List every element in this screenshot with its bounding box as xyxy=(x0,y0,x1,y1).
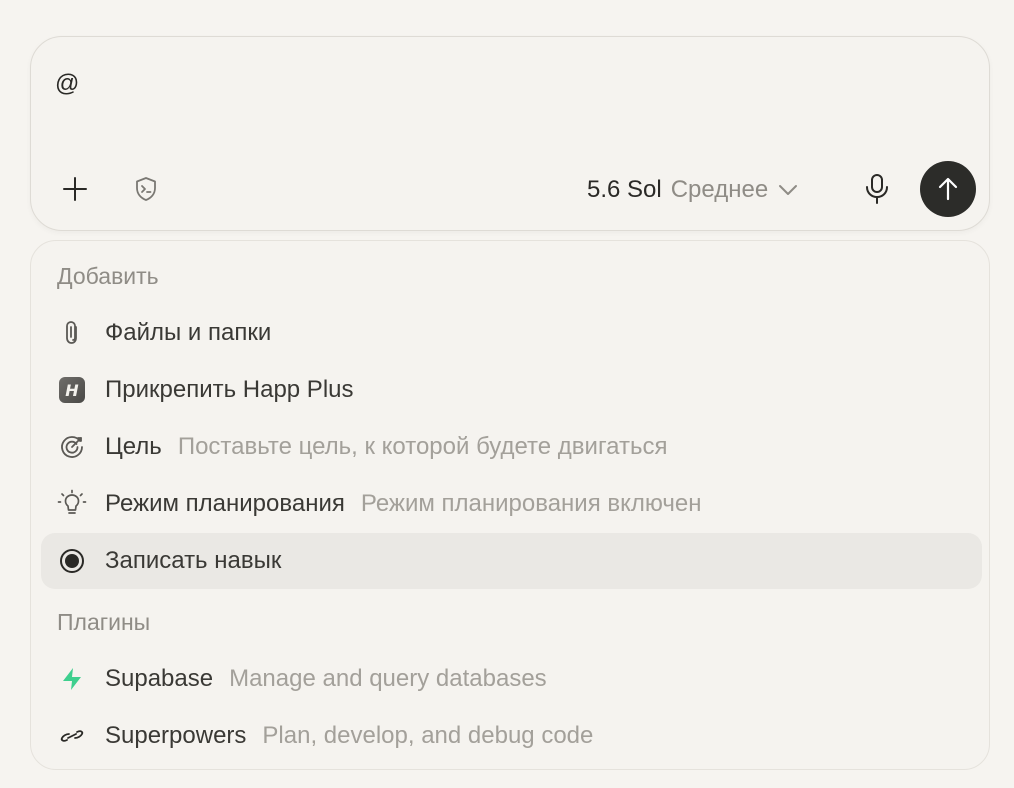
superpowers-link-icon xyxy=(57,721,87,751)
supabase-bolt-icon xyxy=(57,664,87,694)
chevron-down-icon xyxy=(778,184,798,196)
menu-item-attach-happ-plus[interactable]: H Прикрепить Happ Plus xyxy=(41,362,982,418)
section-label-plugins: Плагины xyxy=(57,609,151,635)
send-button[interactable] xyxy=(920,161,976,217)
menu-item-description: Поставьте цель, к которой будете двигать… xyxy=(177,433,668,460)
composer: @ 5.6 Sol Среднее xyxy=(30,36,990,231)
plus-icon xyxy=(63,177,87,201)
mention-menu: Добавить Файлы и папки H Прикрепить Happ… xyxy=(30,240,990,770)
menu-item-label: Режим планирования xyxy=(105,490,345,517)
microphone-icon xyxy=(866,174,888,204)
menu-item-record-skill[interactable]: Записать навык xyxy=(41,533,982,589)
arrow-up-icon xyxy=(938,177,958,201)
menu-item-description: Режим планирования включен xyxy=(360,490,702,517)
menu-item-label: Supabase xyxy=(105,665,214,692)
shield-terminal-icon xyxy=(136,177,156,201)
menu-item-description: Plan, develop, and debug code xyxy=(262,722,594,749)
microphone-button[interactable] xyxy=(857,169,897,209)
menu-item-label: Цель xyxy=(105,433,162,460)
menu-item-files-folders[interactable]: Файлы и папки xyxy=(41,305,982,361)
model-selector[interactable]: 5.6 Sol Среднее xyxy=(587,173,798,207)
composer-input[interactable]: @ xyxy=(55,69,79,99)
model-effort: Среднее xyxy=(670,176,769,203)
happ-plus-icon: H xyxy=(57,375,87,405)
section-label-add: Добавить xyxy=(57,263,159,289)
menu-item-label: Superpowers xyxy=(105,722,247,749)
model-name: 5.6 Sol xyxy=(587,176,662,203)
menu-item-goal[interactable]: Цель Поставьте цель, к которой будете дв… xyxy=(41,419,982,475)
menu-item-label: Прикрепить Happ Plus xyxy=(105,376,354,403)
menu-item-label: Файлы и папки xyxy=(105,319,272,346)
menu-item-supabase[interactable]: Supabase Manage and query databases xyxy=(41,651,982,707)
record-icon xyxy=(57,546,87,576)
paperclip-icon xyxy=(57,318,87,348)
target-icon xyxy=(57,432,87,462)
menu-item-label: Записать навык xyxy=(105,547,282,574)
lightbulb-icon xyxy=(57,489,87,519)
happ-plus-badge: H xyxy=(59,377,85,403)
menu-item-superpowers[interactable]: Superpowers Plan, develop, and debug cod… xyxy=(41,708,982,764)
menu-item-description: Manage and query databases xyxy=(229,665,547,692)
sandbox-button[interactable] xyxy=(126,169,166,209)
add-button[interactable] xyxy=(55,169,95,209)
menu-item-planning-mode[interactable]: Режим планирования Режим планирования вк… xyxy=(41,476,982,532)
